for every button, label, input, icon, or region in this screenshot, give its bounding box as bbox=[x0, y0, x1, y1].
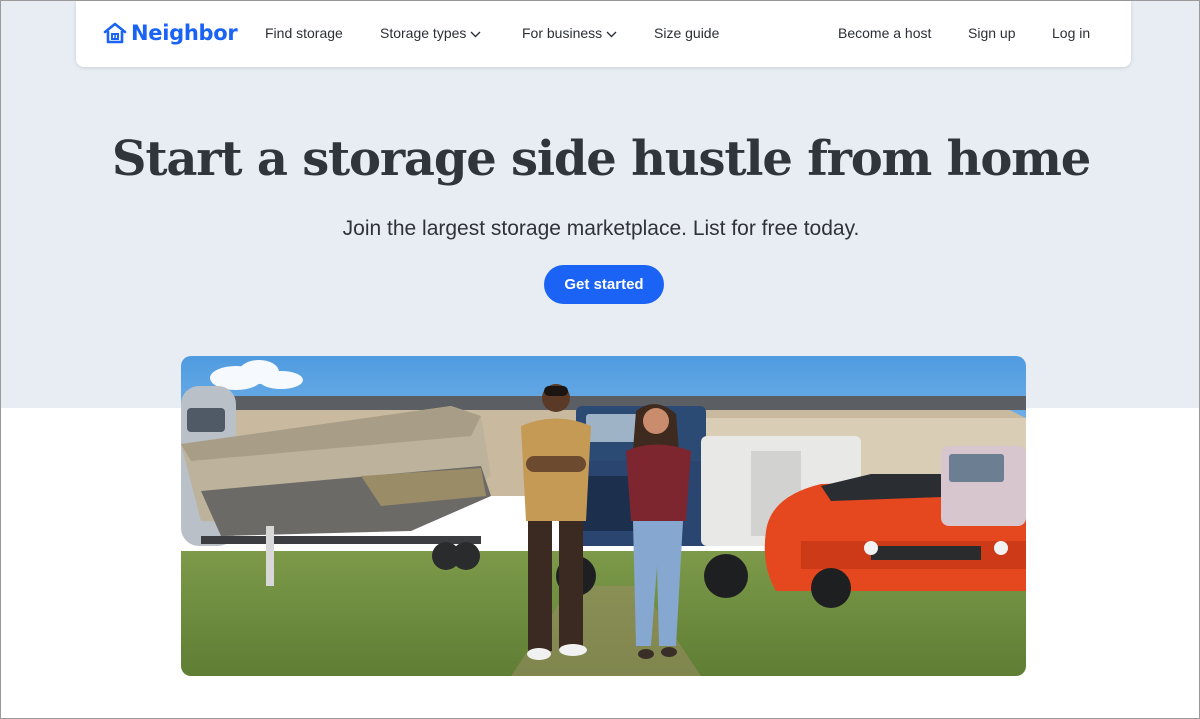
hero-photo bbox=[181, 356, 1026, 676]
get-started-button[interactable]: Get started bbox=[544, 265, 664, 304]
nav-size-guide[interactable]: Size guide bbox=[654, 25, 719, 41]
chevron-down-icon bbox=[606, 25, 617, 41]
nav-storage-types[interactable]: Storage types bbox=[380, 25, 481, 41]
house-icon bbox=[103, 22, 127, 44]
nav-size-guide-label: Size guide bbox=[654, 25, 720, 41]
nav-log-in-label: Log in bbox=[1052, 25, 1091, 41]
nav-storage-types-label: Storage types bbox=[380, 25, 467, 41]
neighbor-logo[interactable]: Neighbor bbox=[103, 21, 238, 45]
nav-become-a-host-label: Become a host bbox=[838, 25, 932, 41]
nav-find-storage[interactable]: Find storage bbox=[265, 25, 343, 41]
chevron-down-icon bbox=[470, 25, 481, 41]
nav-become-a-host[interactable]: Become a host bbox=[838, 25, 931, 41]
hero-subheadline: Join the largest storage marketplace. Li… bbox=[342, 217, 860, 240]
hero-headline: Start a storage side hustle from home bbox=[111, 131, 1091, 187]
nav-for-business[interactable]: For business bbox=[522, 25, 617, 41]
nav-log-in[interactable]: Log in bbox=[1052, 25, 1090, 41]
nav-find-storage-label: Find storage bbox=[265, 25, 343, 41]
nav-for-business-label: For business bbox=[522, 25, 603, 41]
top-navbar: Neighbor Find storage Storage types For … bbox=[76, 1, 1131, 67]
brand-name: Neighbor bbox=[131, 21, 238, 45]
nav-sign-up[interactable]: Sign up bbox=[968, 25, 1015, 41]
nav-sign-up-label: Sign up bbox=[968, 25, 1016, 41]
